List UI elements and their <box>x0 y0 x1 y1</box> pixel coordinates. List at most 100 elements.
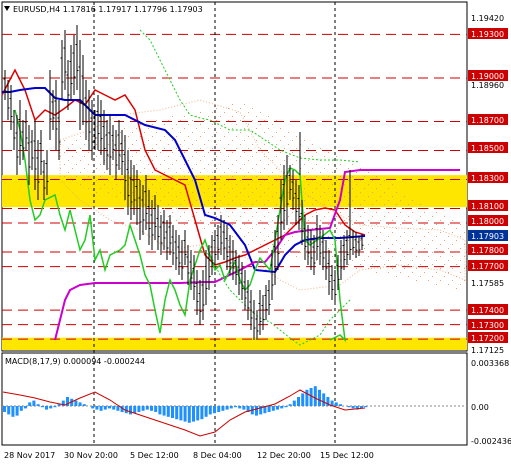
cloud-dot <box>152 196 153 197</box>
cloud-dot <box>148 164 149 165</box>
macd-bar <box>145 406 149 410</box>
cloud-dot <box>76 164 77 165</box>
cloud-dot <box>212 112 213 113</box>
cloud-dot <box>160 140 161 141</box>
macd-bar <box>221 406 225 411</box>
cloud-dot <box>448 284 449 285</box>
macd-bar <box>53 406 57 408</box>
cloud-dot <box>92 172 93 173</box>
cloud-dot <box>448 224 449 225</box>
cloud-dot <box>112 188 113 189</box>
cloud-dot <box>124 128 125 129</box>
cloud-dot <box>252 108 253 109</box>
cloud-dot <box>184 176 185 177</box>
cloud-dot <box>208 116 209 117</box>
time-label: 8 Dec 04:00 <box>193 451 242 460</box>
cloud-dot <box>400 260 401 261</box>
price-chart[interactable]: EURUSD,H4 1.17816 1.17917 1.17796 1.1790… <box>0 0 511 467</box>
cloud-dot <box>368 196 369 197</box>
chart-window[interactable]: EURUSD,H4 1.17816 1.17917 1.17796 1.1790… <box>0 0 511 467</box>
macd-bar <box>91 406 95 409</box>
cloud-dot <box>328 224 329 225</box>
price-label: 1.18700 <box>471 116 504 125</box>
cloud-dot <box>308 148 309 149</box>
cloud-dot <box>180 204 181 205</box>
cloud-dot <box>292 152 293 153</box>
cloud-dot <box>80 136 81 137</box>
macd-bar <box>154 406 158 412</box>
cloud-dot <box>376 212 377 213</box>
cloud-dot <box>312 180 313 181</box>
cloud-dot <box>108 144 109 145</box>
cloud-dot <box>184 140 185 141</box>
cloud-dot <box>392 184 393 185</box>
cloud-dot <box>184 116 185 117</box>
cloud-dot <box>224 160 225 161</box>
cloud-dot <box>80 148 81 149</box>
cloud-dot <box>360 240 361 241</box>
cloud-dot <box>368 232 369 233</box>
cloud-dot <box>240 180 241 181</box>
cloud-dot <box>360 192 361 193</box>
cloud-dot <box>400 224 401 225</box>
cloud-dot <box>408 252 409 253</box>
cloud-dot <box>260 148 261 149</box>
cloud-dot <box>380 232 381 233</box>
cloud-dot <box>200 124 201 125</box>
cloud-dot <box>232 236 233 237</box>
cloud-dot <box>440 268 441 269</box>
cloud-dot <box>180 192 181 193</box>
cloud-dot <box>380 268 381 269</box>
cloud-dot <box>348 168 349 169</box>
cloud-dot <box>420 264 421 265</box>
price-label: 1.17200 <box>471 334 504 343</box>
cloud-dot <box>260 136 261 137</box>
cloud-dot <box>188 148 189 149</box>
price-label: 1.17300 <box>471 321 504 330</box>
cloud-dot <box>188 160 189 161</box>
cloud-dot <box>236 196 237 197</box>
cloud-dot <box>296 160 297 161</box>
macd-bar <box>82 404 86 406</box>
cloud-dot <box>324 240 325 241</box>
cloud-dot <box>260 112 261 113</box>
cloud-dot <box>332 256 333 257</box>
cloud-dot <box>80 172 81 173</box>
cloud-dot <box>368 268 369 269</box>
cloud-dot <box>360 264 361 265</box>
cloud-dot <box>428 256 429 257</box>
macd-bar <box>166 406 170 417</box>
cloud-dot <box>60 156 61 157</box>
macd-bar <box>204 406 208 417</box>
cloud-dot <box>368 244 369 245</box>
cloud-dot <box>148 188 149 189</box>
cloud-dot <box>304 152 305 153</box>
cloud-dot <box>220 140 221 141</box>
macd-bar <box>116 406 120 411</box>
cloud-dot <box>244 176 245 177</box>
cloud-dot <box>260 232 261 233</box>
macd-bar <box>133 406 137 414</box>
cloud-dot <box>120 192 121 193</box>
cloud-dot <box>236 148 237 149</box>
cloud-dot <box>216 228 217 229</box>
cloud-dot <box>324 180 325 181</box>
cloud-dot <box>164 136 165 137</box>
macd-bar <box>192 406 195 422</box>
cloud-dot <box>312 168 313 169</box>
cloud-dot <box>380 256 381 257</box>
time-label: 30 Nov 20:00 <box>64 451 118 460</box>
cloud-dot <box>312 216 313 217</box>
cloud-dot <box>428 232 429 233</box>
cloud-dot <box>396 192 397 193</box>
cloud-dot <box>172 212 173 213</box>
cloud-dot <box>196 164 197 165</box>
cloud-dot <box>176 136 177 137</box>
cloud-dot <box>156 144 157 145</box>
cloud-dot <box>196 140 197 141</box>
cloud-dot <box>260 208 261 209</box>
cloud-dot <box>456 264 457 265</box>
cloud-dot <box>380 220 381 221</box>
cloud-dot <box>120 132 121 133</box>
cloud-dot <box>324 216 325 217</box>
